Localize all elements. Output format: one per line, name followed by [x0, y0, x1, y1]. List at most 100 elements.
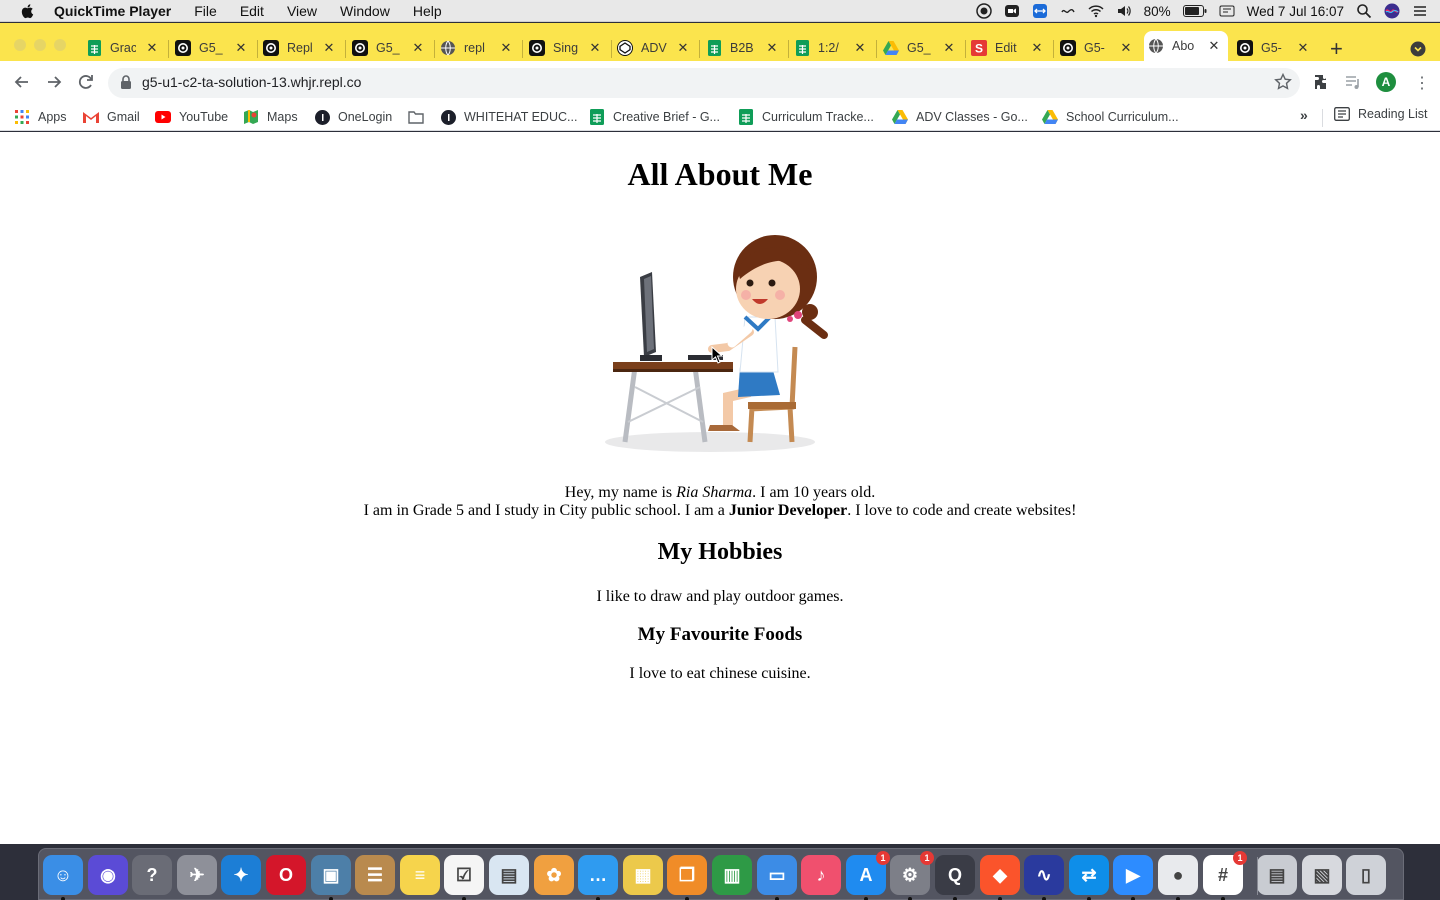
zoom-status-icon[interactable] — [1004, 3, 1020, 19]
tab-close-icon[interactable]: ✕ — [1029, 40, 1045, 56]
notes-icon[interactable]: ≡ — [400, 855, 440, 895]
bookmark-youtube[interactable]: YouTube — [155, 107, 228, 127]
tab-close-icon[interactable]: ✕ — [321, 40, 337, 56]
keynote-icon[interactable]: ▭ — [757, 855, 797, 900]
tab-close-icon[interactable]: ✕ — [587, 40, 603, 56]
tab-8[interactable]: B2B ✕ — [702, 35, 786, 61]
tab-close-icon[interactable]: ✕ — [233, 40, 249, 56]
window-close-button[interactable] — [14, 39, 26, 51]
battery-icon[interactable] — [1182, 5, 1207, 17]
zoom-icon[interactable]: ▶ — [1113, 855, 1153, 900]
tab-3[interactable]: Repl ✕ — [259, 35, 343, 61]
tab-1[interactable]: Grac ✕ — [82, 35, 166, 61]
bookmark-gmail[interactable]: Gmail — [83, 107, 140, 127]
opera-icon[interactable]: O — [266, 855, 306, 895]
url-text[interactable]: g5-u1-c2-ta-solution-13.whjr.repl.co — [142, 74, 361, 90]
screen-record-icon[interactable] — [975, 3, 992, 19]
address-bar[interactable]: g5-u1-c2-ta-solution-13.whjr.repl.co — [108, 68, 1300, 98]
tab-close-icon[interactable]: ✕ — [498, 40, 514, 56]
window-minimize-button[interactable] — [34, 39, 46, 51]
keynote-viewer-icon[interactable]: ▤ — [489, 855, 529, 895]
bookmark-folder[interactable] — [408, 107, 432, 127]
reload-icon[interactable] — [76, 72, 96, 92]
bookmark-maps[interactable]: Maps — [243, 107, 298, 127]
tab-search-icon[interactable] — [1410, 41, 1426, 57]
tab-9[interactable]: 1:2/ ✕ — [790, 35, 874, 61]
tab-close-icon[interactable]: ✕ — [941, 40, 957, 56]
bookmark-whitehat[interactable]: WHITEHAT EDUC... — [440, 107, 577, 127]
window-zoom-button[interactable] — [54, 39, 66, 51]
siri-status-icon[interactable] — [1384, 3, 1400, 19]
documents-stack-icon[interactable]: ▧ — [1302, 855, 1342, 895]
bookmark-creative-brief[interactable]: Creative Brief - G... — [589, 107, 720, 127]
spotlight-search-icon[interactable] — [1356, 3, 1372, 19]
media-control-icon[interactable] — [1344, 73, 1362, 91]
finder-icon[interactable]: ☺ — [43, 855, 83, 900]
tab-12[interactable]: G5- ✕ — [1056, 35, 1140, 61]
menu-edit[interactable]: Edit — [240, 3, 264, 19]
reading-list-button[interactable]: Reading List — [1334, 107, 1428, 121]
input-source-icon[interactable] — [1219, 3, 1235, 19]
extensions-icon[interactable] — [1313, 73, 1331, 91]
slack-icon[interactable]: #1 — [1203, 851, 1247, 900]
wifi-icon[interactable] — [1088, 3, 1104, 19]
control-center-icon[interactable] — [1412, 3, 1428, 19]
slides-icon[interactable]: ▦ — [623, 855, 663, 895]
messages-icon[interactable]: … — [578, 855, 618, 900]
menu-help[interactable]: Help — [413, 3, 442, 19]
chrome-icon[interactable]: ● — [1158, 855, 1198, 900]
bookmark-curriculum-tracker[interactable]: Curriculum Tracke... — [738, 107, 874, 127]
tab-close-icon[interactable]: ✕ — [1206, 38, 1222, 54]
contacts-icon[interactable]: ☰ — [355, 855, 395, 895]
numbers-icon[interactable]: ▥ — [712, 855, 752, 895]
bookmark-adv-classes[interactable]: ADV Classes - Go... — [892, 107, 1028, 127]
tab-2[interactable]: G5_ ✕ — [171, 35, 255, 61]
brave-icon[interactable]: ◆ — [980, 855, 1020, 900]
music-icon[interactable]: ♪ — [801, 855, 841, 895]
bookmark-star-icon[interactable] — [1274, 73, 1292, 91]
audacity-icon[interactable]: ∿ — [1024, 855, 1064, 900]
tab-10[interactable]: G5_ ✕ — [879, 35, 963, 61]
reminders-icon[interactable]: ☑ — [444, 855, 484, 900]
launchpad-icon[interactable]: ✈ — [177, 855, 217, 895]
teamviewer-status-icon[interactable] — [1032, 3, 1048, 19]
tab-13[interactable]: Abo ✕ — [1144, 31, 1228, 61]
menu-window[interactable]: Window — [340, 3, 390, 19]
bookmark-apps[interactable]: Apps — [14, 107, 67, 127]
teamviewer-icon[interactable]: ⇄ — [1069, 855, 1109, 900]
siri-icon[interactable]: ◉ — [88, 855, 128, 895]
profile-avatar[interactable]: A — [1376, 72, 1396, 92]
bookmarks-overflow-button[interactable]: » — [1300, 107, 1308, 123]
tab-14[interactable]: G5- ✕ — [1233, 35, 1317, 61]
lock-icon[interactable] — [120, 75, 132, 89]
volume-icon[interactable] — [1116, 3, 1132, 19]
tab-close-icon[interactable]: ✕ — [675, 40, 691, 56]
tab-7[interactable]: ADV ✕ — [613, 35, 697, 61]
quicktime-icon[interactable]: Q — [935, 855, 975, 900]
tab-close-icon[interactable]: ✕ — [144, 40, 160, 56]
system-preferences-icon[interactable]: ⚙ 1 — [890, 851, 934, 900]
infinity-icon[interactable] — [1060, 3, 1076, 19]
photos-icon[interactable]: ✿ — [534, 855, 574, 895]
new-tab-button[interactable]: + — [1330, 36, 1343, 62]
books-icon[interactable]: ❐ — [667, 855, 707, 900]
tab-11[interactable]: S Edit ✕ — [967, 35, 1051, 61]
tab-5[interactable]: repl ✕ — [436, 35, 520, 61]
menu-file[interactable]: File — [194, 3, 217, 19]
tab-close-icon[interactable]: ✕ — [410, 40, 426, 56]
tab-6[interactable]: Sing ✕ — [525, 35, 609, 61]
clock[interactable]: Wed 7 Jul 16:07 — [1247, 4, 1344, 19]
menu-app-name[interactable]: QuickTime Player — [54, 3, 171, 19]
bookmark-school-curriculum[interactable]: School Curriculum... — [1042, 107, 1179, 127]
tab-close-icon[interactable]: ✕ — [1295, 40, 1311, 56]
back-icon[interactable] — [12, 72, 32, 92]
tab-close-icon[interactable]: ✕ — [852, 40, 868, 56]
apple-menu-icon[interactable] — [20, 2, 36, 20]
tab-close-icon[interactable]: ✕ — [1118, 40, 1134, 56]
help-icon[interactable]: ? — [132, 855, 172, 895]
trash-icon[interactable]: ▯ — [1346, 855, 1386, 895]
bookmark-onelogin[interactable]: OneLogin — [314, 107, 392, 127]
safari-icon[interactable]: ✦ — [221, 855, 261, 895]
tab-close-icon[interactable]: ✕ — [764, 40, 780, 56]
tab-4[interactable]: G5_ ✕ — [348, 35, 432, 61]
